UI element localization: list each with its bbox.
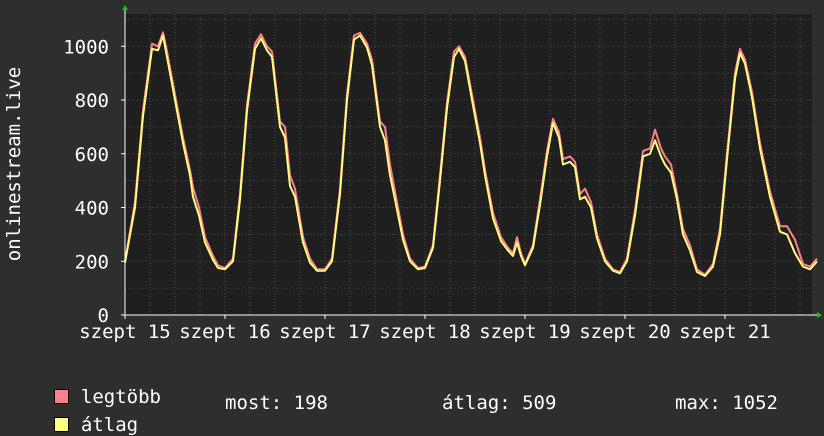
legend-avg-label: átlag	[80, 414, 139, 436]
stat-average: átlag: 509	[442, 392, 557, 414]
y-tick-label: 800	[75, 90, 109, 112]
chart-area: 02004006008001000szept 15 szept 16 szept 1…	[3, 5, 822, 343]
legend-avg: átlag	[31, 392, 138, 436]
y-axis-arrow	[122, 5, 128, 10]
y-tick-label: 600	[75, 144, 109, 166]
x-tick-label: szept 19	[479, 321, 571, 343]
x-tick-label: szept 21	[679, 321, 771, 343]
stat-max: max: 1052	[675, 392, 778, 414]
x-axis-arrow	[817, 312, 822, 318]
stat-now: most: 198	[225, 392, 328, 414]
y-axis-label: onlinestream.live	[3, 67, 25, 261]
x-tick-label: szept 16	[179, 321, 271, 343]
y-tick-label: 400	[75, 198, 109, 220]
x-tick-label: szept 15	[79, 321, 171, 343]
y-tick-label: 1000	[63, 36, 109, 58]
x-tick-label: szept 17	[279, 321, 371, 343]
y-tick-label: 200	[75, 251, 109, 273]
x-tick-label: szept 20	[579, 321, 671, 343]
x-tick-label: szept 18	[379, 321, 471, 343]
